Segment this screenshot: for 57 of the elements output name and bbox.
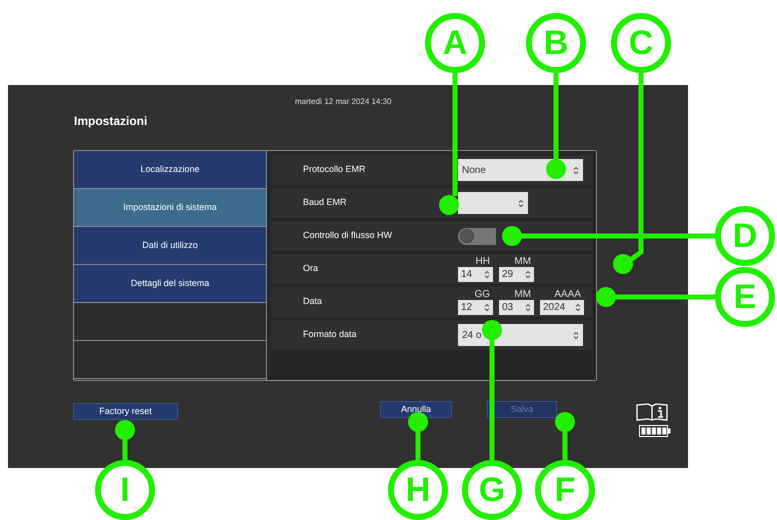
setting-label: Protocollo EMR	[303, 163, 367, 176]
spinner-value: 2024	[543, 300, 566, 314]
number-spinner[interactable]: 29	[499, 266, 534, 282]
spinner-value: 29	[502, 268, 514, 282]
setting-label: Data	[303, 295, 324, 308]
leader-line	[115, 420, 135, 460]
up-down-caret-icon	[518, 198, 524, 208]
toggle-switch[interactable]	[458, 228, 496, 244]
manual-info-icon	[636, 403, 669, 421]
up-down-caret-icon	[573, 330, 579, 340]
setting-label: Baud EMR	[303, 196, 348, 210]
callout-letter: F	[535, 460, 595, 520]
field-caption: AAAA	[554, 290, 582, 300]
leader-line	[555, 412, 575, 460]
field-caption: MM	[514, 290, 532, 300]
setting-label: Ora	[303, 262, 320, 276]
sidebar-item[interactable]	[74, 303, 266, 341]
setting-label: Formato data	[303, 328, 358, 342]
sidebar-item[interactable]: Impostazioni di sistema	[74, 189, 266, 227]
setting-label: Controllo di flusso HW	[303, 229, 394, 242]
field-caption: GG	[474, 290, 491, 300]
dropdown-field[interactable]	[458, 192, 528, 214]
callout-letter: D	[715, 206, 775, 266]
callout-letter: I	[95, 460, 155, 520]
action-button[interactable]: Annulla	[380, 401, 452, 418]
number-spinner[interactable]: 14	[458, 266, 493, 282]
battery-icon	[639, 425, 671, 437]
action-button[interactable]: Factory reset	[73, 403, 178, 420]
number-spinner[interactable]: 03	[499, 300, 534, 314]
date-time: martedì 12 mar 2024 14:30	[295, 96, 392, 108]
up-down-caret-icon	[484, 302, 490, 312]
up-down-caret-icon	[575, 302, 581, 312]
callout-letter: B	[526, 13, 586, 73]
up-down-caret-icon	[525, 270, 531, 278]
up-down-caret-icon	[484, 270, 490, 278]
up-down-caret-icon	[525, 302, 531, 312]
callout-letter: G	[462, 460, 522, 520]
sidebar-item[interactable]	[74, 341, 266, 379]
leader-line	[408, 412, 428, 460]
spinner-value: 14	[461, 268, 472, 282]
number-spinner[interactable]: 2024	[540, 300, 584, 314]
field-caption: HH	[476, 256, 491, 266]
sidebar-item[interactable]: Localizzazione	[74, 151, 266, 189]
dropdown-value: 24 o	[462, 328, 482, 342]
up-down-caret-icon	[573, 166, 579, 174]
callout-letter: E	[715, 267, 775, 327]
sidebar-item[interactable]: Dettagli del sistema	[74, 265, 266, 303]
field-caption: MM	[514, 256, 532, 266]
spinner-value: 12	[461, 300, 472, 314]
page-title: Impostazioni	[74, 113, 148, 130]
callout-letter: C	[611, 13, 671, 73]
callout-letter: A	[425, 13, 485, 73]
sidebar-item[interactable]: Dati di utilizzo	[74, 227, 266, 265]
dropdown-value: None	[462, 164, 486, 178]
spinner-value: 03	[502, 300, 514, 314]
callout-letter: H	[388, 460, 448, 520]
number-spinner[interactable]: 12	[458, 300, 493, 314]
